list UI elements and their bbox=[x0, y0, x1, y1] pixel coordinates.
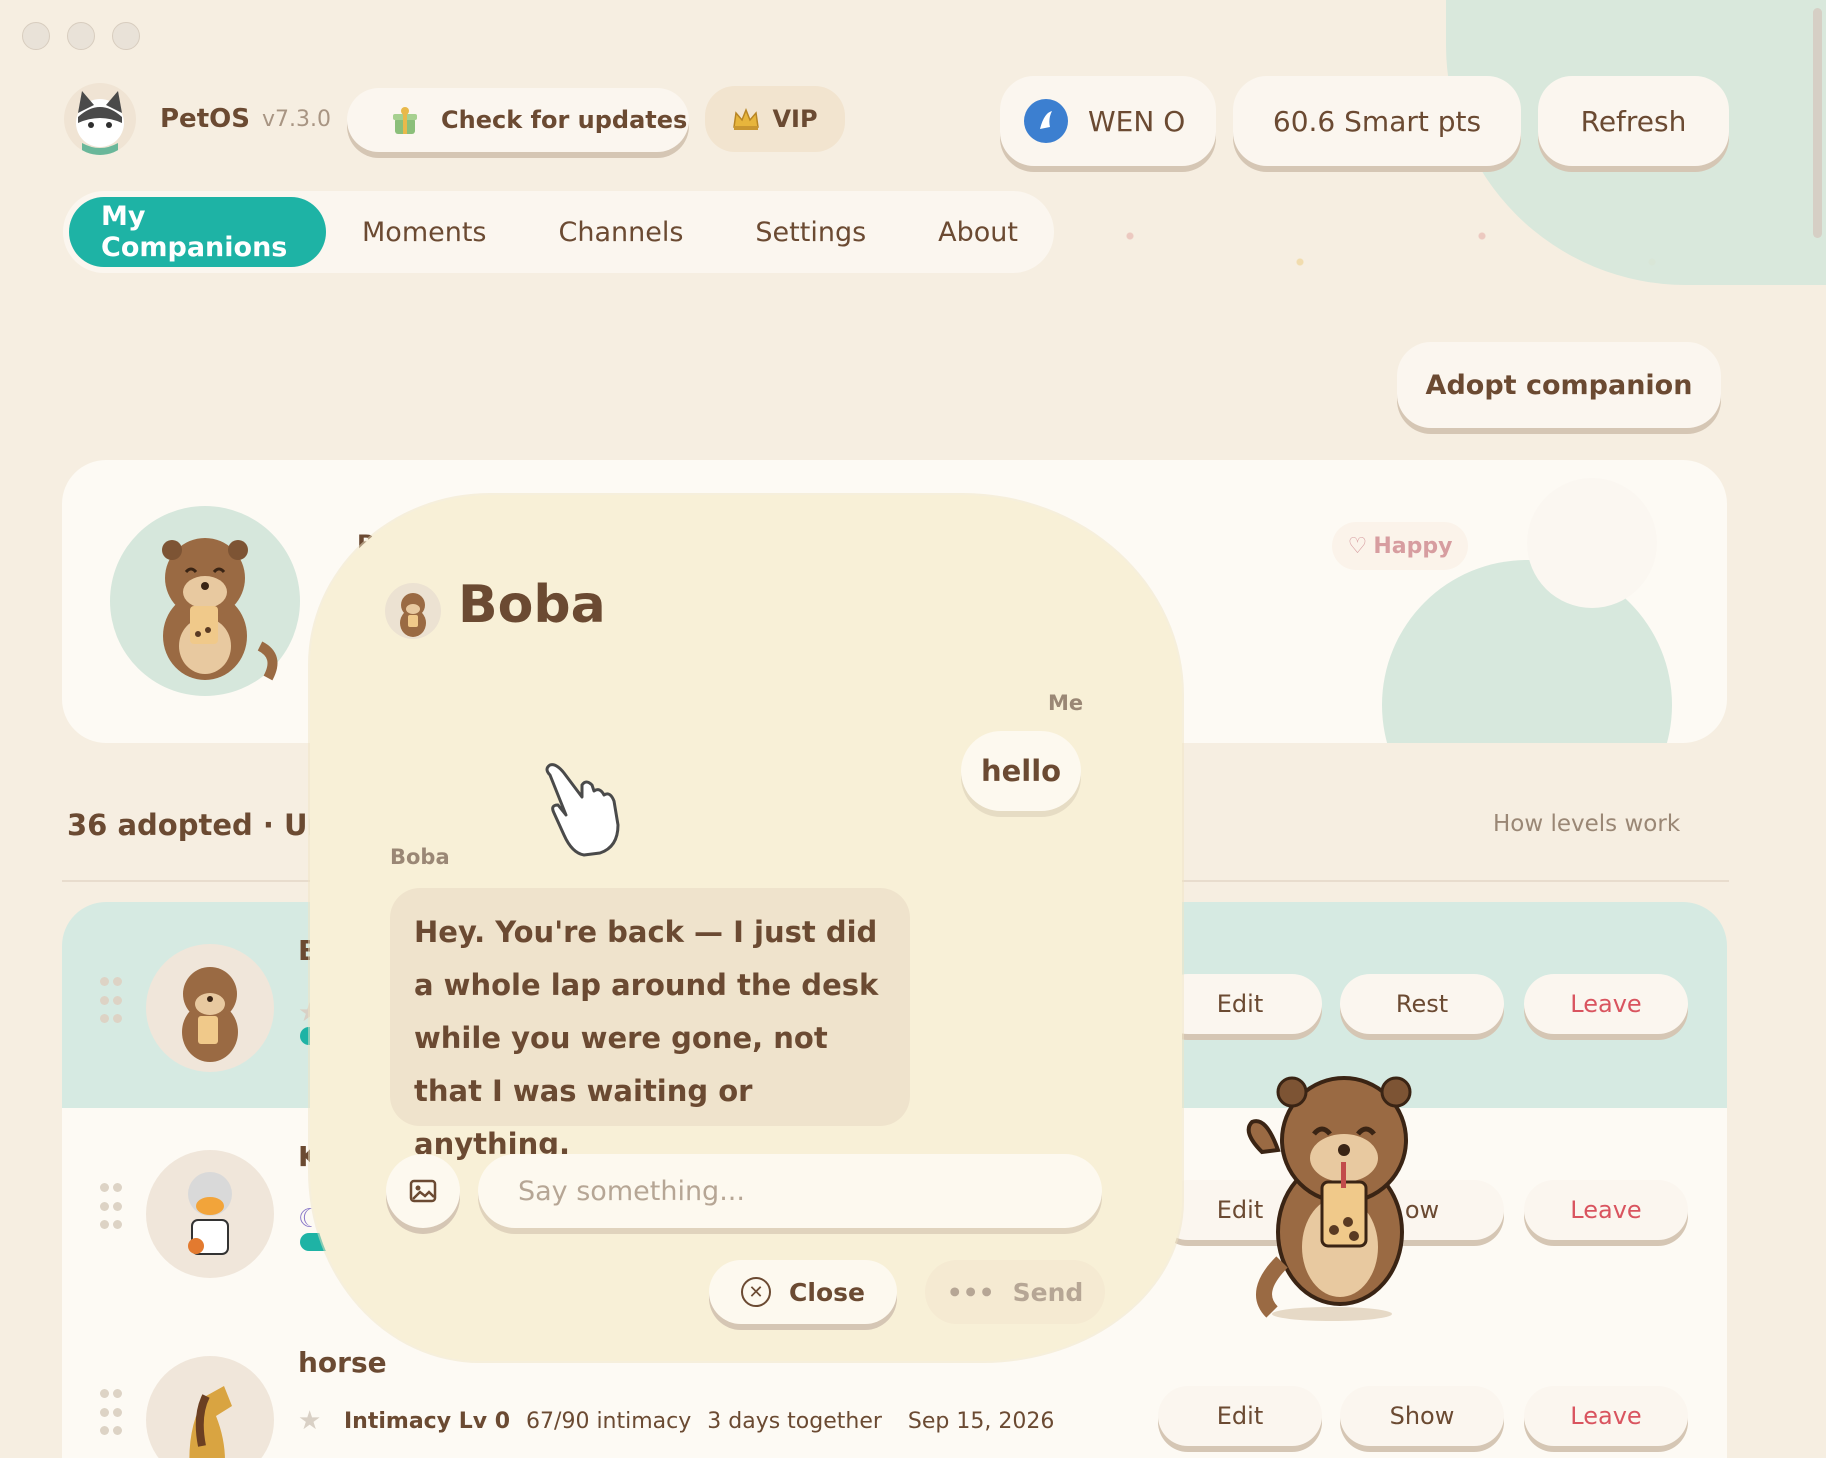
leave-button[interactable]: Leave bbox=[1524, 974, 1688, 1034]
decorative-circle bbox=[1527, 478, 1657, 608]
main-tabs: My Companions Moments Channels Settings … bbox=[63, 191, 1054, 273]
tab-moments[interactable]: Moments bbox=[326, 197, 523, 267]
intimacy-level: Intimacy Lv 0 bbox=[344, 1408, 511, 1434]
close-icon: ✕ bbox=[741, 1277, 772, 1307]
mood-label: Happy bbox=[1373, 533, 1453, 559]
star-icon: ★ bbox=[298, 1406, 322, 1436]
user-message: hello bbox=[961, 731, 1081, 811]
intimacy-value: 67/90 intimacy bbox=[526, 1408, 692, 1434]
tab-channels[interactable]: Channels bbox=[523, 197, 720, 267]
vip-label: VIP bbox=[772, 105, 818, 133]
drag-handle-icon[interactable] bbox=[100, 1183, 122, 1235]
user-account-button[interactable]: WEN O bbox=[1000, 76, 1216, 166]
drag-handle-icon[interactable] bbox=[100, 977, 122, 1029]
leave-button[interactable]: Leave bbox=[1524, 1180, 1688, 1240]
scrollbar-thumb[interactable] bbox=[1813, 8, 1822, 238]
close-chat-button[interactable]: ✕ Close bbox=[709, 1260, 897, 1324]
app-name: PetOS bbox=[160, 104, 250, 134]
edit-button[interactable]: Edit bbox=[1158, 974, 1322, 1034]
me-label: Me bbox=[1048, 691, 1084, 715]
hand-cursor-icon bbox=[545, 763, 620, 857]
user-avatar bbox=[1024, 99, 1068, 143]
companion-meta: ★ Intimacy Lv 0 67/90 intimacy 3 days to… bbox=[298, 1406, 1054, 1436]
chat-title: Boba bbox=[458, 575, 606, 635]
typing-dots-icon: ••• bbox=[946, 1277, 995, 1307]
image-icon bbox=[409, 1179, 437, 1203]
chat-avatar bbox=[385, 583, 441, 639]
gift-icon bbox=[393, 107, 417, 134]
adopted-summary: 36 adopted · Un bbox=[67, 808, 329, 842]
drag-handle-icon[interactable] bbox=[100, 1389, 122, 1441]
tab-about[interactable]: About bbox=[902, 197, 1054, 267]
vip-button[interactable]: VIP bbox=[705, 86, 845, 152]
close-label: Close bbox=[789, 1277, 865, 1307]
how-levels-link[interactable]: How levels work bbox=[1493, 811, 1680, 837]
message-input[interactable] bbox=[478, 1154, 1102, 1228]
close-window-icon[interactable] bbox=[22, 22, 50, 50]
featured-avatar bbox=[110, 506, 300, 696]
minimize-window-icon[interactable] bbox=[67, 22, 95, 50]
app-version: v7.3.0 bbox=[261, 106, 331, 132]
heart-icon: ♡ bbox=[1347, 533, 1368, 559]
mood-badge: ♡ Happy bbox=[1332, 522, 1468, 570]
adopt-companion-button[interactable]: Adopt companion bbox=[1397, 342, 1721, 428]
chat-dialog: Boba Me hello Boba Hey. You're back — I … bbox=[310, 495, 1182, 1361]
adopt-companion-label: Adopt companion bbox=[1425, 369, 1693, 401]
companion-avatar bbox=[146, 944, 274, 1072]
tab-my-companions[interactable]: My Companions bbox=[69, 197, 326, 267]
send-label: Send bbox=[1012, 1277, 1084, 1307]
edit-button[interactable]: Edit bbox=[1158, 1386, 1322, 1446]
send-button[interactable]: ••• Send bbox=[925, 1260, 1105, 1324]
check-updates-button[interactable]: Check for updates bbox=[347, 88, 689, 152]
tab-settings[interactable]: Settings bbox=[719, 197, 902, 267]
maximize-window-icon[interactable] bbox=[112, 22, 140, 50]
companion-avatar bbox=[146, 1356, 274, 1458]
companion-date: Sep 15, 2026 bbox=[907, 1408, 1055, 1434]
user-name: WEN O bbox=[1088, 104, 1186, 138]
leave-button[interactable]: Leave bbox=[1524, 1386, 1688, 1446]
rest-button[interactable]: Rest bbox=[1340, 974, 1504, 1034]
refresh-button[interactable]: Refresh bbox=[1538, 76, 1729, 166]
companion-name: horse bbox=[298, 1346, 387, 1379]
otter-mascot bbox=[1246, 1076, 1412, 1321]
bot-message: Hey. You're back — I just did a whole la… bbox=[390, 888, 910, 1161]
smart-points-button[interactable]: 60.6 Smart pts bbox=[1233, 76, 1521, 166]
app-header: PetOS v7.3.0 bbox=[64, 80, 331, 158]
days-together: 3 days together bbox=[707, 1408, 882, 1434]
companion-avatar bbox=[146, 1150, 274, 1278]
smart-points-label: 60.6 Smart pts bbox=[1272, 104, 1482, 138]
app-logo-icon bbox=[64, 83, 136, 155]
show-button[interactable]: Show bbox=[1340, 1386, 1504, 1446]
check-updates-label: Check for updates bbox=[441, 106, 688, 134]
crown-icon bbox=[733, 107, 760, 130]
scrollbar[interactable] bbox=[1808, 0, 1826, 1458]
refresh-label: Refresh bbox=[1580, 104, 1687, 138]
attach-image-button[interactable] bbox=[386, 1154, 460, 1228]
bot-label: Boba bbox=[390, 845, 450, 869]
window-controls bbox=[22, 22, 140, 50]
